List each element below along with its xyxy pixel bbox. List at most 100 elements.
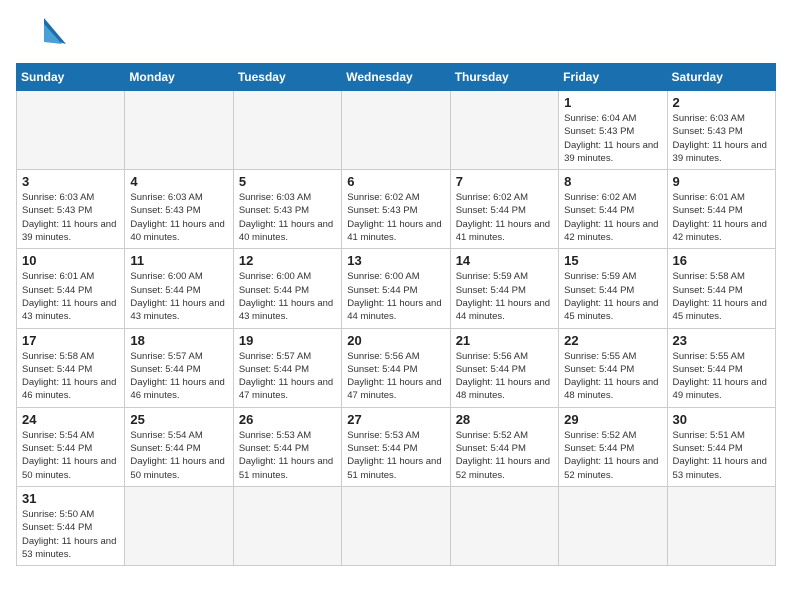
calendar-cell: 11 Sunrise: 6:00 AM Sunset: 5:44 PM Dayli… [125,249,233,328]
col-header-wednesday: Wednesday [342,64,450,91]
calendar-cell: 22Sunrise: 5:55 AM Sunset: 5:44 PM Dayli… [559,328,667,407]
calendar-cell: 17Sunrise: 5:58 AM Sunset: 5:44 PM Dayli… [17,328,125,407]
day-info: Sunrise: 5:57 AM Sunset: 5:44 PM Dayligh… [239,350,336,403]
calendar-cell: 24Sunrise: 5:54 AM Sunset: 5:44 PM Dayli… [17,407,125,486]
day-info: Sunrise: 6:01 AM Sunset: 5:44 PM Dayligh… [22,270,119,323]
day-info: Sunrise: 5:59 AM Sunset: 5:44 PM Dayligh… [564,270,661,323]
day-info: Sunrise: 5:56 AM Sunset: 5:44 PM Dayligh… [456,350,553,403]
day-info: Sunrise: 6:02 AM Sunset: 5:43 PM Dayligh… [347,191,444,244]
day-info: Sunrise: 5:58 AM Sunset: 5:44 PM Dayligh… [22,350,119,403]
day-info: Sunrise: 5:52 AM Sunset: 5:44 PM Dayligh… [456,429,553,482]
calendar-table: SundayMondayTuesdayWednesdayThursdayFrid… [16,63,776,566]
calendar-cell [233,486,341,565]
day-number: 2 [673,95,770,110]
calendar-cell: 4Sunrise: 6:03 AM Sunset: 5:43 PM Daylig… [125,170,233,249]
calendar-cell: 7 Sunrise: 6:02 AM Sunset: 5:44 PM Daylig… [450,170,558,249]
day-number: 31 [22,491,119,506]
calendar-cell [450,91,558,170]
calendar-cell: 16 Sunrise: 5:58 AM Sunset: 5:44 PM Dayli… [667,249,775,328]
day-number: 4 [130,174,227,189]
day-number: 26 [239,412,336,427]
page-header [16,16,776,51]
day-number: 23 [673,333,770,348]
day-number: 18 [130,333,227,348]
calendar-cell: 1Sunrise: 6:04 AM Sunset: 5:43 PM Daylig… [559,91,667,170]
calendar-cell: 29 Sunrise: 5:52 AM Sunset: 5:44 PM Dayli… [559,407,667,486]
day-number: 24 [22,412,119,427]
calendar-cell: 21Sunrise: 5:56 AM Sunset: 5:44 PM Dayli… [450,328,558,407]
day-number: 9 [673,174,770,189]
calendar-cell: 30 Sunrise: 5:51 AM Sunset: 5:44 PM Dayli… [667,407,775,486]
calendar-cell: 14 Sunrise: 5:59 AM Sunset: 5:44 PM Dayli… [450,249,558,328]
calendar-cell: 23 Sunrise: 5:55 AM Sunset: 5:44 PM Dayli… [667,328,775,407]
col-header-tuesday: Tuesday [233,64,341,91]
day-info: Sunrise: 6:03 AM Sunset: 5:43 PM Dayligh… [22,191,119,244]
day-number: 19 [239,333,336,348]
day-number: 11 [130,253,227,268]
day-info: Sunrise: 6:02 AM Sunset: 5:44 PM Dayligh… [456,191,553,244]
calendar-cell: 18 Sunrise: 5:57 AM Sunset: 5:44 PM Dayli… [125,328,233,407]
day-number: 14 [456,253,553,268]
day-info: Sunrise: 5:53 AM Sunset: 5:44 PM Dayligh… [239,429,336,482]
col-header-thursday: Thursday [450,64,558,91]
calendar-week-row: 31Sunrise: 5:50 AM Sunset: 5:44 PM Dayli… [17,486,776,565]
calendar-week-row: 10Sunrise: 6:01 AM Sunset: 5:44 PM Dayli… [17,249,776,328]
day-number: 27 [347,412,444,427]
day-number: 28 [456,412,553,427]
calendar-cell: 19 Sunrise: 5:57 AM Sunset: 5:44 PM Dayli… [233,328,341,407]
calendar-cell: 10Sunrise: 6:01 AM Sunset: 5:44 PM Dayli… [17,249,125,328]
calendar-cell [125,91,233,170]
day-number: 5 [239,174,336,189]
calendar-cell [450,486,558,565]
calendar-week-row: 1Sunrise: 6:04 AM Sunset: 5:43 PM Daylig… [17,91,776,170]
day-info: Sunrise: 5:55 AM Sunset: 5:44 PM Dayligh… [673,350,770,403]
col-header-friday: Friday [559,64,667,91]
calendar-cell: 13 Sunrise: 6:00 AM Sunset: 5:44 PM Dayli… [342,249,450,328]
day-number: 25 [130,412,227,427]
day-info: Sunrise: 5:58 AM Sunset: 5:44 PM Dayligh… [673,270,770,323]
day-number: 7 [456,174,553,189]
calendar-cell: 9 Sunrise: 6:01 AM Sunset: 5:44 PM Daylig… [667,170,775,249]
calendar-cell: 3Sunrise: 6:03 AM Sunset: 5:43 PM Daylig… [17,170,125,249]
day-info: Sunrise: 6:03 AM Sunset: 5:43 PM Dayligh… [673,112,770,165]
calendar-header-row: SundayMondayTuesdayWednesdayThursdayFrid… [17,64,776,91]
day-info: Sunrise: 5:57 AM Sunset: 5:44 PM Dayligh… [130,350,227,403]
day-info: Sunrise: 5:59 AM Sunset: 5:44 PM Dayligh… [456,270,553,323]
day-info: Sunrise: 6:03 AM Sunset: 5:43 PM Dayligh… [239,191,336,244]
day-number: 12 [239,253,336,268]
calendar-cell [559,486,667,565]
day-number: 1 [564,95,661,110]
day-number: 13 [347,253,444,268]
day-number: 16 [673,253,770,268]
logo [16,16,70,51]
day-info: Sunrise: 6:00 AM Sunset: 5:44 PM Dayligh… [347,270,444,323]
calendar-cell: 26 Sunrise: 5:53 AM Sunset: 5:44 PM Dayli… [233,407,341,486]
calendar-cell [233,91,341,170]
calendar-week-row: 3Sunrise: 6:03 AM Sunset: 5:43 PM Daylig… [17,170,776,249]
calendar-cell: 31Sunrise: 5:50 AM Sunset: 5:44 PM Dayli… [17,486,125,565]
day-info: Sunrise: 6:01 AM Sunset: 5:44 PM Dayligh… [673,191,770,244]
calendar-cell [342,486,450,565]
day-number: 29 [564,412,661,427]
calendar-week-row: 17Sunrise: 5:58 AM Sunset: 5:44 PM Dayli… [17,328,776,407]
day-number: 30 [673,412,770,427]
day-number: 20 [347,333,444,348]
day-number: 6 [347,174,444,189]
calendar-cell: 27 Sunrise: 5:53 AM Sunset: 5:44 PM Dayli… [342,407,450,486]
calendar-cell: 20Sunrise: 5:56 AM Sunset: 5:44 PM Dayli… [342,328,450,407]
day-info: Sunrise: 5:52 AM Sunset: 5:44 PM Dayligh… [564,429,661,482]
calendar-cell: 8Sunrise: 6:02 AM Sunset: 5:44 PM Daylig… [559,170,667,249]
calendar-cell [125,486,233,565]
day-info: Sunrise: 6:00 AM Sunset: 5:44 PM Dayligh… [130,270,227,323]
calendar-cell: 15Sunrise: 5:59 AM Sunset: 5:44 PM Dayli… [559,249,667,328]
calendar-cell [342,91,450,170]
calendar-cell: 5 Sunrise: 6:03 AM Sunset: 5:43 PM Daylig… [233,170,341,249]
day-number: 8 [564,174,661,189]
calendar-week-row: 24 Sunrise: 5:54 AM Sunset: 5:44 PM Dayli… [17,407,776,486]
day-info: Sunrise: 5:53 AM Sunset: 5:44 PM Dayligh… [347,429,444,482]
day-info: Sunrise: 5:54 AM Sunset: 5:44 PM Dayligh… [130,429,227,482]
generalblue-logo-icon [16,16,66,51]
calendar-cell [17,91,125,170]
day-info: Sunrise: 5:51 AM Sunset: 5:44 PM Dayligh… [673,429,770,482]
col-header-sunday: Sunday [17,64,125,91]
